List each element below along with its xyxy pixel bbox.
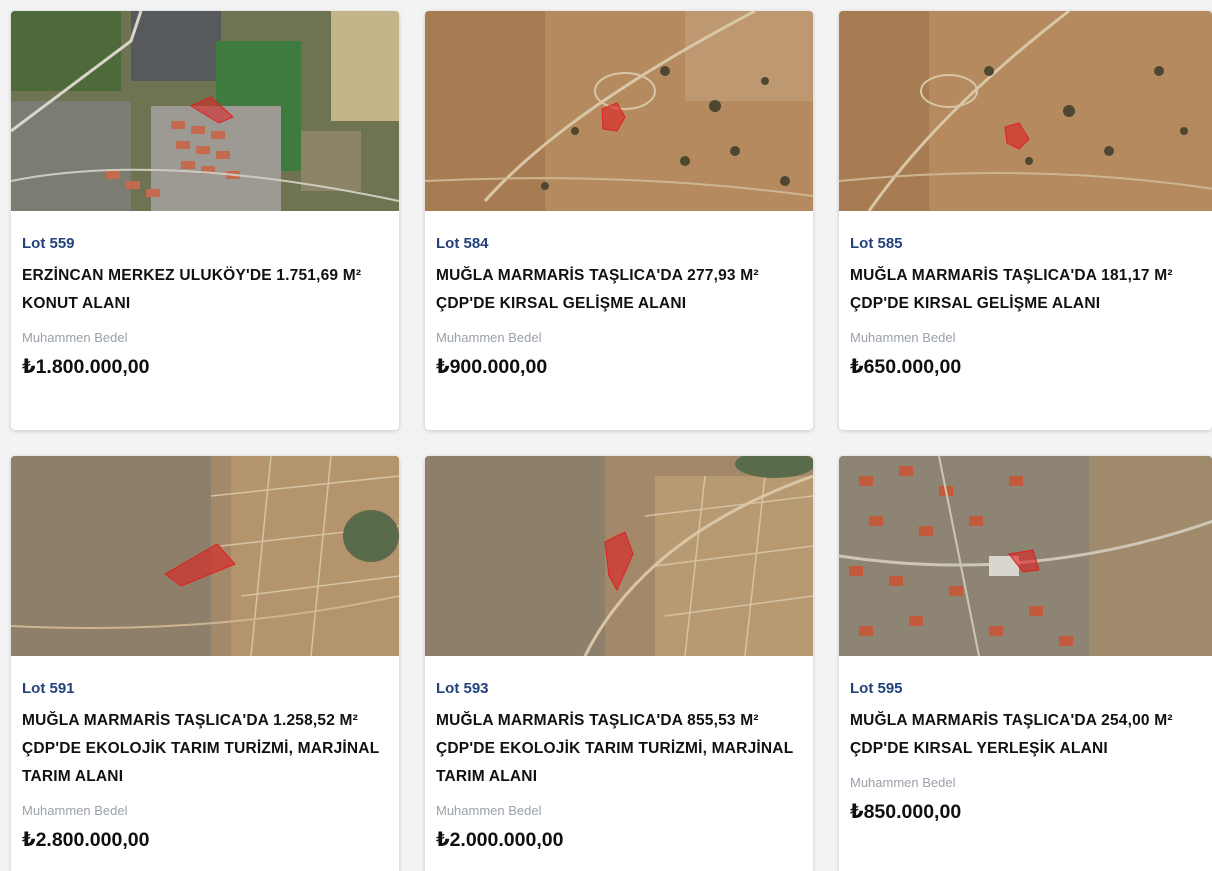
listing-title[interactable]: MUĞLA MARMARİS TAŞLICA'DA 277,93 M² ÇDP'… (436, 262, 802, 318)
price-label: Muhammen Bedel (436, 330, 542, 345)
price-label: Muhammen Bedel (22, 803, 128, 818)
listing-title[interactable]: MUĞLA MARMARİS TAŞLICA'DA 181,17 M² ÇDP'… (850, 262, 1212, 318)
parcel-map-image[interactable] (839, 456, 1212, 656)
listing-card[interactable]: Lot 593 MUĞLA MARMARİS TAŞLICA'DA 855,53… (425, 456, 813, 871)
price-label: Muhammen Bedel (850, 775, 956, 790)
parcel-map-image[interactable] (425, 11, 813, 211)
listing-card[interactable]: Lot 585 MUĞLA MARMARİS TAŞLICA'DA 181,17… (839, 11, 1212, 430)
listing-card[interactable]: Lot 584 MUĞLA MARMARİS TAŞLICA'DA 277,93… (425, 11, 813, 430)
price-value: ₺650.000,00 (850, 356, 962, 378)
lot-number[interactable]: Lot 591 (22, 680, 75, 697)
lot-number[interactable]: Lot 559 (22, 235, 75, 252)
listing-card[interactable]: Lot 591 MUĞLA MARMARİS TAŞLICA'DA 1.258,… (11, 456, 399, 871)
parcel-map-image[interactable] (425, 456, 813, 656)
parcel-map-image[interactable] (11, 11, 399, 211)
price-value: ₺850.000,00 (850, 801, 962, 823)
price-value: ₺900.000,00 (436, 356, 548, 378)
price-label: Muhammen Bedel (850, 330, 956, 345)
parcel-map-image[interactable] (11, 456, 399, 656)
price-value: ₺2.000.000,00 (436, 829, 564, 851)
listing-card[interactable]: Lot 559 ERZİNCAN MERKEZ ULUKÖY'DE 1.751,… (11, 11, 399, 430)
lot-number[interactable]: Lot 585 (850, 235, 903, 252)
lot-number[interactable]: Lot 595 (850, 680, 903, 697)
listing-title[interactable]: MUĞLA MARMARİS TAŞLICA'DA 855,53 M² ÇDP'… (436, 707, 802, 791)
price-label: Muhammen Bedel (436, 803, 542, 818)
listing-title[interactable]: MUĞLA MARMARİS TAŞLICA'DA 254,00 M² ÇDP'… (850, 707, 1212, 763)
price-value: ₺1.800.000,00 (22, 356, 150, 378)
price-value: ₺2.800.000,00 (22, 829, 150, 851)
listing-card[interactable]: Lot 595 MUĞLA MARMARİS TAŞLICA'DA 254,00… (839, 456, 1212, 871)
listing-title[interactable]: MUĞLA MARMARİS TAŞLICA'DA 1.258,52 M² ÇD… (22, 707, 388, 791)
parcel-map-image[interactable] (839, 11, 1212, 211)
lot-number[interactable]: Lot 593 (436, 680, 489, 697)
price-label: Muhammen Bedel (22, 330, 128, 345)
lot-number[interactable]: Lot 584 (436, 235, 489, 252)
listing-title[interactable]: ERZİNCAN MERKEZ ULUKÖY'DE 1.751,69 M² KO… (22, 262, 388, 318)
